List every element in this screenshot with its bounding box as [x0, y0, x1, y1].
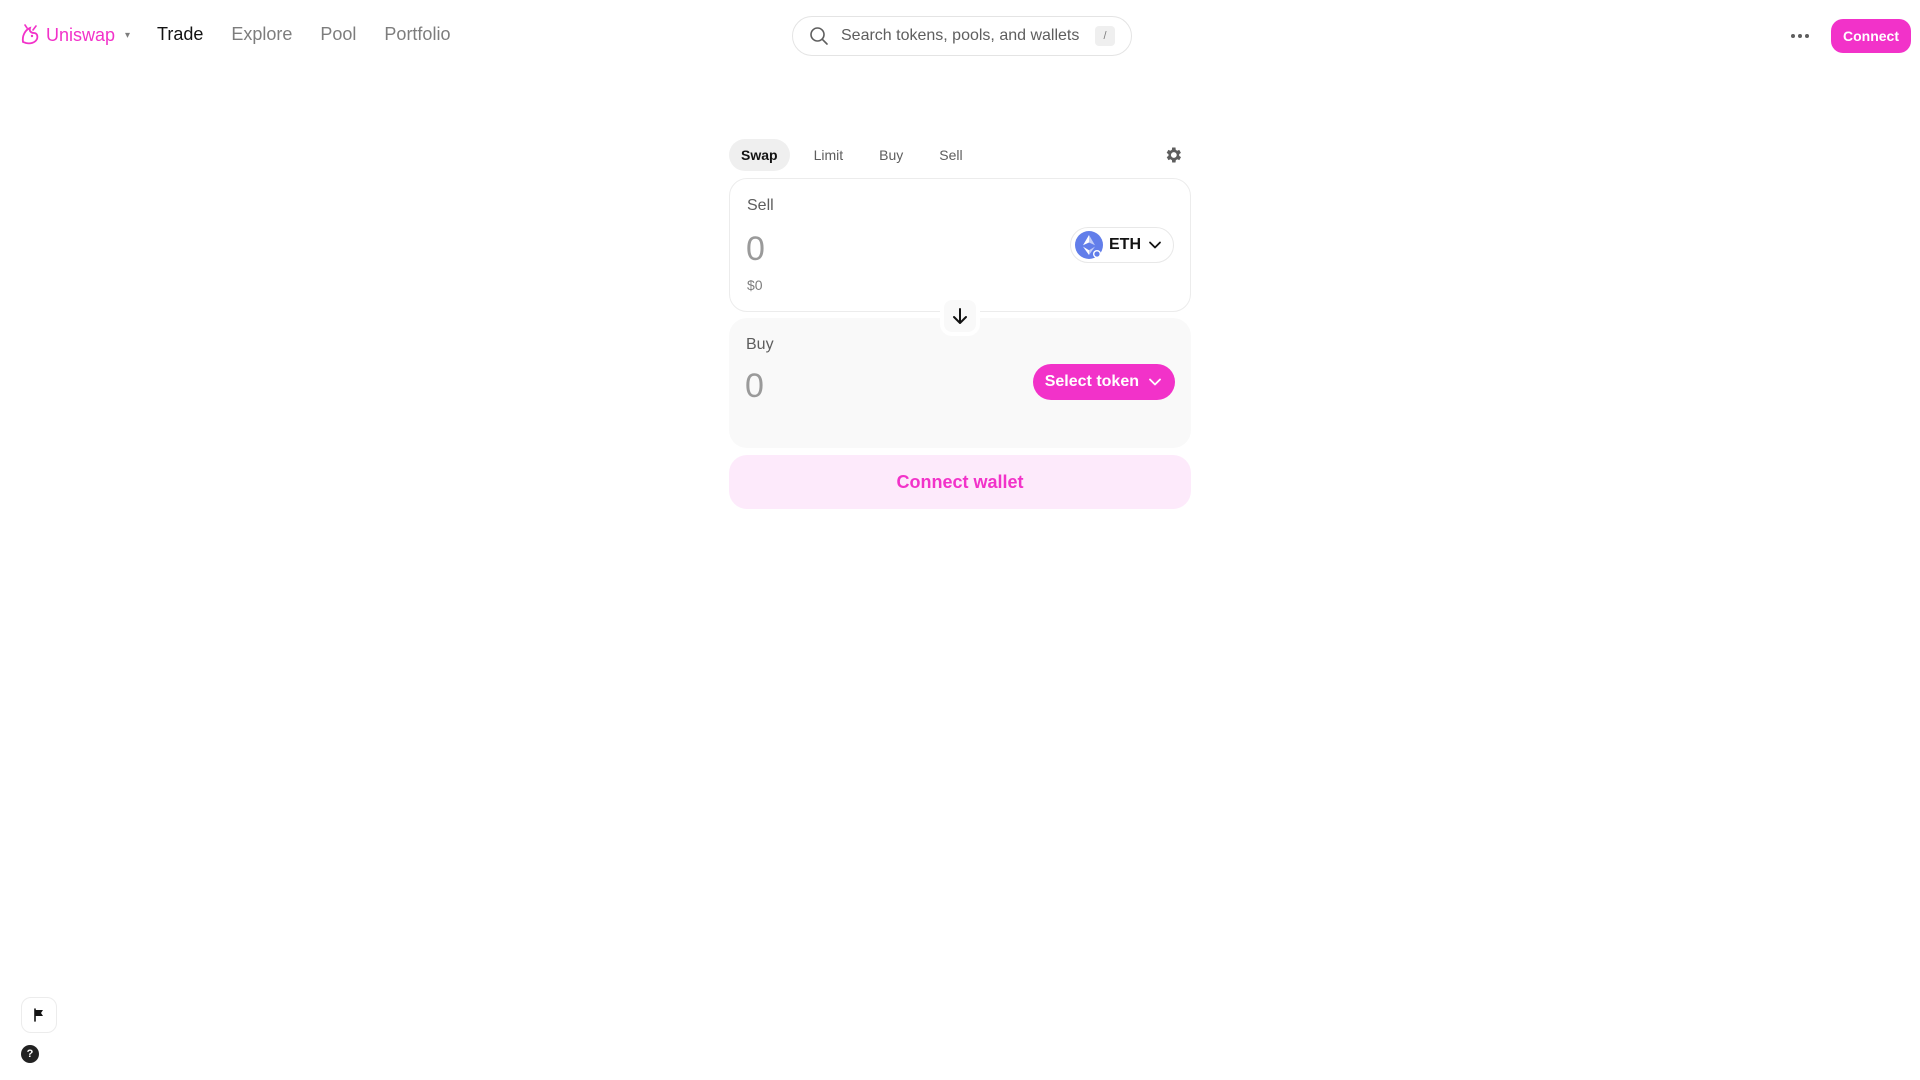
brand-name: Uniswap: [46, 24, 116, 45]
dot-icon: [1791, 34, 1795, 38]
swap-tabs: Swap Limit Buy Sell: [729, 138, 1191, 172]
search-input[interactable]: [841, 27, 1095, 45]
sell-usd-value: $0: [747, 277, 763, 293]
buy-amount-input[interactable]: [745, 364, 1025, 408]
help-button[interactable]: ?: [21, 1045, 39, 1063]
tab-buy[interactable]: Buy: [867, 139, 915, 171]
sell-token-selector[interactable]: ETH: [1070, 227, 1174, 263]
sell-label: Sell: [747, 197, 774, 214]
select-token-label: Select token: [1044, 373, 1139, 390]
brand-menu[interactable]: Uniswap ▾: [20, 24, 130, 46]
buy-panel: Buy Select token: [729, 318, 1191, 448]
dot-icon: [1805, 34, 1809, 38]
arrow-down-icon: [953, 308, 967, 324]
sell-token-symbol: ETH: [1109, 236, 1141, 253]
swap-widget: Swap Limit Buy Sell Sell ETH: [729, 138, 1191, 509]
sell-panel: Sell ETH $0: [729, 178, 1191, 312]
chevron-down-icon: [1149, 378, 1161, 386]
buy-label: Buy: [746, 336, 774, 353]
search-bar[interactable]: /: [792, 16, 1132, 56]
flag-icon: [34, 1008, 43, 1022]
search-icon: [810, 27, 828, 45]
nav-link-pool[interactable]: Pool: [320, 24, 356, 45]
chevron-down-icon: ▾: [125, 29, 131, 41]
eth-token-icon: [1075, 231, 1103, 259]
select-token-button[interactable]: Select token: [1032, 364, 1175, 400]
nav-link-portfolio[interactable]: Portfolio: [384, 24, 450, 45]
nav-link-explore[interactable]: Explore: [231, 24, 292, 45]
flip-tokens-button[interactable]: [940, 296, 980, 336]
unicorn-logo-icon: [21, 24, 39, 45]
search-shortcut-hint: /: [1095, 26, 1115, 46]
connect-button[interactable]: Connect: [1831, 19, 1911, 53]
more-options-button[interactable]: [1786, 22, 1814, 50]
connect-wallet-button[interactable]: Connect wallet: [729, 455, 1191, 509]
gear-icon: [1166, 147, 1181, 163]
tab-limit[interactable]: Limit: [802, 139, 856, 171]
nav-links: Trade Explore Pool Portfolio: [157, 24, 450, 45]
top-nav: Uniswap ▾ Trade Explore Pool Portfolio /…: [0, 0, 1920, 72]
tab-sell[interactable]: Sell: [927, 139, 974, 171]
sell-amount-input[interactable]: [746, 227, 1026, 271]
feature-flags-button[interactable]: [21, 997, 57, 1033]
nav-link-trade[interactable]: Trade: [157, 24, 203, 45]
settings-button[interactable]: [1161, 143, 1185, 167]
dot-icon: [1798, 34, 1802, 38]
tab-swap[interactable]: Swap: [729, 139, 790, 171]
chevron-down-icon: [1149, 241, 1161, 249]
